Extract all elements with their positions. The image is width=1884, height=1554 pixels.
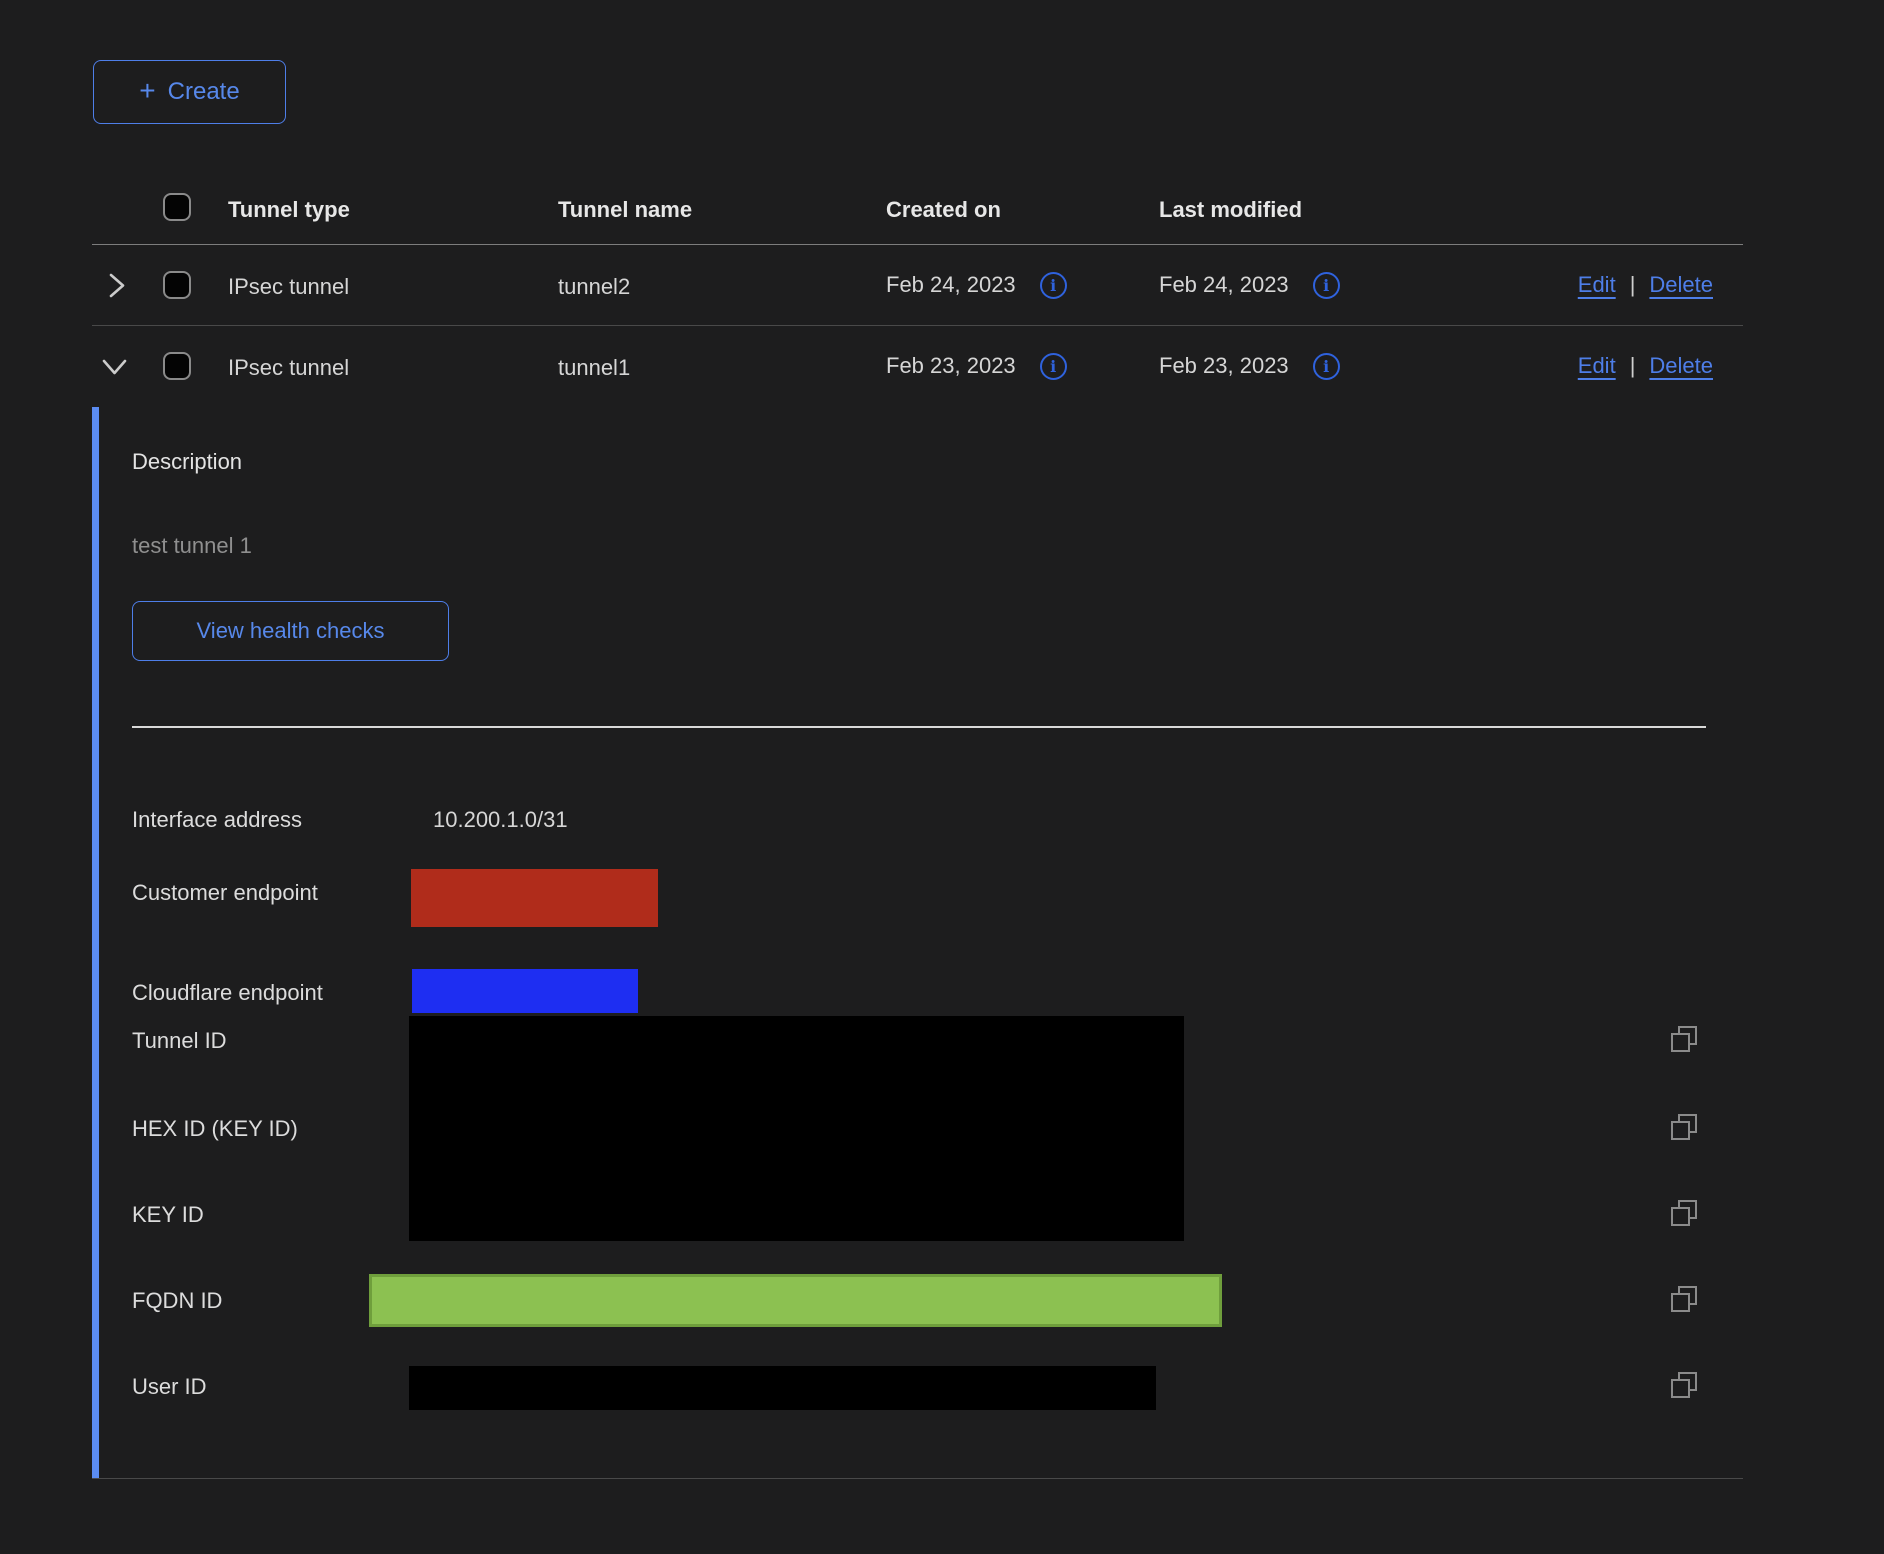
interface-address-label: Interface address [132, 806, 302, 833]
collapse-chevron-down-icon[interactable] [101, 356, 128, 383]
hex-id-label: HEX ID (KEY ID) [132, 1115, 298, 1142]
edit-link[interactable]: Edit [1578, 353, 1616, 379]
fqdn-id-label: FQDN ID [132, 1287, 222, 1314]
copy-icon[interactable] [1668, 1023, 1700, 1055]
view-health-checks-label: View health checks [197, 618, 385, 644]
last-modified-date: Feb 24, 2023 [1159, 272, 1289, 298]
customer-endpoint-label: Customer endpoint [132, 879, 318, 906]
row-checkbox-tunnel2[interactable] [163, 271, 191, 299]
copy-icon[interactable] [1668, 1369, 1700, 1401]
description-value: test tunnel 1 [132, 532, 252, 559]
info-icon[interactable]: i [1313, 272, 1340, 299]
info-icon[interactable]: i [1040, 272, 1067, 299]
created-on-date: Feb 23, 2023 [886, 353, 1016, 379]
view-health-checks-button[interactable]: View health checks [132, 601, 449, 661]
copy-icon[interactable] [1668, 1283, 1700, 1315]
cloudflare-endpoint-redacted-value [412, 969, 638, 1013]
key-id-label: KEY ID [132, 1201, 204, 1228]
ids-redacted-value-block [409, 1016, 1184, 1241]
column-header-last-modified: Last modified [1159, 196, 1302, 223]
column-header-tunnel-name: Tunnel name [558, 196, 692, 223]
customer-endpoint-redacted-value [411, 869, 658, 927]
actions-separator: | [1630, 272, 1636, 298]
edit-link[interactable]: Edit [1578, 272, 1616, 298]
info-icon[interactable]: i [1040, 353, 1067, 380]
row-actions-tunnel2: Edit | Delete [1578, 268, 1713, 302]
tunnel-name-cell: tunnel2 [558, 273, 630, 300]
tunnel-name-cell: tunnel1 [558, 354, 630, 381]
row-actions-tunnel1: Edit | Delete [1578, 349, 1713, 383]
delete-link[interactable]: Delete [1649, 353, 1713, 379]
user-id-redacted-value [409, 1366, 1156, 1410]
tunnel-id-label: Tunnel ID [132, 1027, 227, 1054]
create-button-label: Create [168, 78, 240, 106]
fqdn-id-redacted-value [369, 1274, 1222, 1327]
header-divider [92, 244, 1743, 245]
expanded-row-accent-bar [92, 407, 99, 1479]
created-on-cell: Feb 23, 2023 i [886, 349, 1067, 383]
section-divider [132, 726, 1706, 728]
tunnel-type-cell: IPsec tunnel [228, 273, 349, 300]
description-label: Description [132, 448, 242, 475]
create-button[interactable]: + Create [93, 60, 286, 124]
select-all-checkbox[interactable] [163, 193, 191, 221]
actions-separator: | [1630, 353, 1636, 379]
copy-icon[interactable] [1668, 1111, 1700, 1143]
column-header-created-on: Created on [886, 196, 1001, 223]
created-on-cell: Feb 24, 2023 i [886, 268, 1067, 302]
expanded-row-bottom-divider [92, 1478, 1743, 1479]
expand-chevron-right-icon[interactable] [106, 272, 128, 304]
row-divider [92, 325, 1743, 326]
column-header-tunnel-type: Tunnel type [228, 196, 350, 223]
info-icon[interactable]: i [1313, 353, 1340, 380]
copy-icon[interactable] [1668, 1197, 1700, 1229]
delete-link[interactable]: Delete [1649, 272, 1713, 298]
tunnel-type-cell: IPsec tunnel [228, 354, 349, 381]
plus-icon: + [139, 75, 155, 107]
created-on-date: Feb 24, 2023 [886, 272, 1016, 298]
last-modified-cell: Feb 23, 2023 i [1159, 349, 1340, 383]
cloudflare-endpoint-label: Cloudflare endpoint [132, 979, 323, 1006]
last-modified-cell: Feb 24, 2023 i [1159, 268, 1340, 302]
last-modified-date: Feb 23, 2023 [1159, 353, 1289, 379]
row-checkbox-tunnel1[interactable] [163, 352, 191, 380]
user-id-label: User ID [132, 1373, 207, 1400]
interface-address-value: 10.200.1.0/31 [433, 806, 568, 833]
tunnels-page: + Create Tunnel type Tunnel name Created… [0, 0, 1884, 1554]
